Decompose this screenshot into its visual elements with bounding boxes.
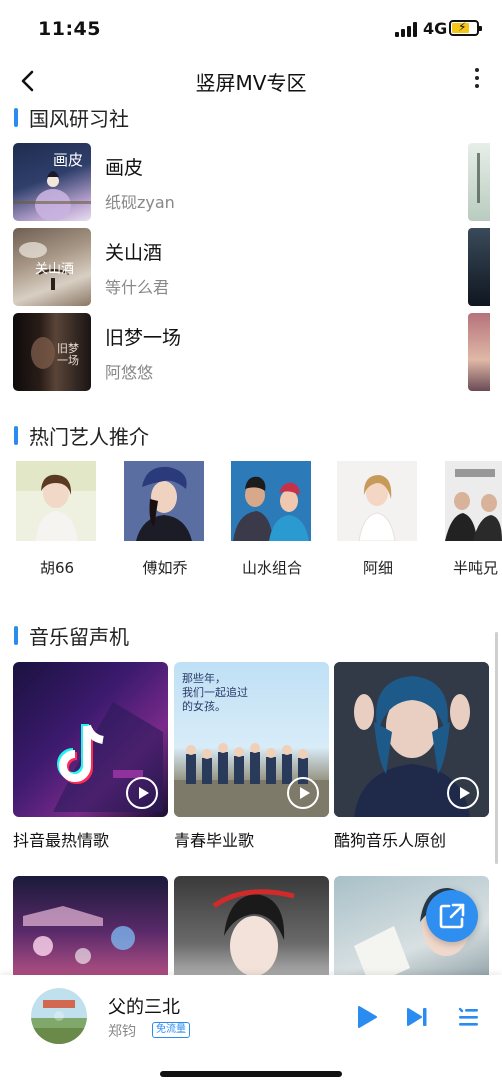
playlist-title: 酷狗音乐人原创 — [334, 831, 447, 850]
mv-cover-text: 关山酒 — [35, 262, 75, 277]
battery-icon: ⚡ — [449, 20, 482, 36]
playlist-card[interactable] — [13, 876, 168, 988]
artist-name: 阿细 — [362, 559, 393, 577]
header: 竖屏MV专区 — [0, 58, 502, 104]
artist-name: 傅如乔 — [142, 559, 188, 577]
mv-title: 旧梦一场 — [105, 327, 182, 349]
mv-item[interactable]: 旧梦一场 旧梦一场 阿悠悠 — [13, 313, 453, 391]
mv-peek-card[interactable] — [468, 228, 490, 306]
signal-icon — [395, 22, 419, 37]
mv-cover: 画皮 — [13, 143, 91, 221]
artist-photo — [16, 461, 96, 541]
playlist-title: 青春毕业歌 — [174, 831, 255, 850]
status-time: 11:45 — [38, 18, 101, 40]
playlist-card[interactable]: 那些年， 我们一起追过 的女孩。 青春毕业歌 — [174, 662, 329, 851]
section-title-guofeng: 国风研习社 — [14, 104, 129, 131]
artist-name: 胡66 — [39, 559, 75, 577]
mv-artist: 阿悠悠 — [105, 363, 154, 382]
artist-photo — [124, 461, 204, 541]
section-title-jukebox: 音乐留声机 — [14, 622, 129, 649]
playlist-card[interactable]: 酷狗音乐人原创 — [334, 662, 489, 851]
mv-cover-text: 画皮 — [53, 151, 84, 169]
page-title: 竖屏MV专区 — [195, 71, 307, 95]
playlist-card[interactable]: 抖音最热情歌 — [13, 662, 168, 851]
playlist-title: 抖音最热情歌 — [13, 831, 110, 850]
artist-card[interactable]: 傅如乔 — [124, 461, 206, 578]
playlist-cover — [13, 876, 168, 988]
playlist-card[interactable] — [174, 876, 329, 988]
scrollbar[interactable] — [495, 632, 498, 864]
playlist-cover — [174, 876, 329, 988]
playlist-cover-text: 的女孩。 — [182, 700, 226, 713]
artist-photo — [231, 461, 311, 541]
more-vertical-icon[interactable] — [474, 68, 480, 92]
mv-title: 关山酒 — [105, 242, 163, 264]
section-title-artists: 热门艺人推介 — [14, 422, 149, 449]
share-button[interactable] — [426, 890, 478, 942]
artist-card[interactable]: 半吨兄 — [445, 461, 502, 578]
status-bar: 11:45 4G ⚡ — [0, 0, 502, 58]
next-icon[interactable] — [404, 1004, 430, 1030]
mv-item[interactable]: 画皮 画皮 纸砚zyan — [13, 143, 453, 221]
mv-cover: 旧梦一场 — [13, 313, 91, 391]
playlist-cover — [334, 662, 489, 817]
play-circle-icon[interactable] — [126, 777, 158, 809]
artist-photo — [337, 461, 417, 541]
free-data-badge: 免流量 — [152, 1022, 190, 1038]
network-type: 4G — [423, 19, 448, 38]
mv-item[interactable]: 关山酒 关山酒 等什么君 — [13, 228, 453, 306]
artist-card[interactable]: 山水组合 — [231, 461, 313, 578]
mv-title: 画皮 — [105, 157, 144, 179]
mv-peek-card[interactable] — [468, 143, 490, 221]
play-icon[interactable] — [353, 1004, 379, 1030]
mv-cover: 关山酒 — [13, 228, 91, 306]
mv-artist: 纸砚zyan — [105, 193, 175, 212]
share-icon — [439, 903, 465, 929]
artist-photo — [445, 461, 502, 541]
artist-card[interactable]: 胡66 — [16, 461, 98, 578]
artist-card[interactable]: 阿细 — [337, 461, 419, 578]
playlist-icon[interactable] — [455, 1004, 481, 1030]
play-circle-icon[interactable] — [447, 777, 479, 809]
mv-cover-text: 旧梦一场 — [57, 342, 79, 367]
album-art[interactable] — [31, 988, 87, 1044]
mv-artist: 等什么君 — [105, 278, 170, 297]
mini-player[interactable]: 父的三北 郑钧 免流量 — [0, 975, 502, 1086]
mv-peek-card[interactable] — [468, 313, 490, 391]
playlist-cover: 那些年， 我们一起追过 的女孩。 — [174, 662, 329, 817]
artist-name: 半吨兄 — [453, 559, 499, 577]
play-circle-icon[interactable] — [287, 777, 319, 809]
song-artist: 郑钧 — [108, 1024, 136, 1040]
song-title: 父的三北 — [108, 997, 180, 1018]
home-indicator[interactable] — [160, 1071, 342, 1077]
playlist-cover — [13, 662, 168, 817]
artist-name: 山水组合 — [241, 559, 302, 577]
